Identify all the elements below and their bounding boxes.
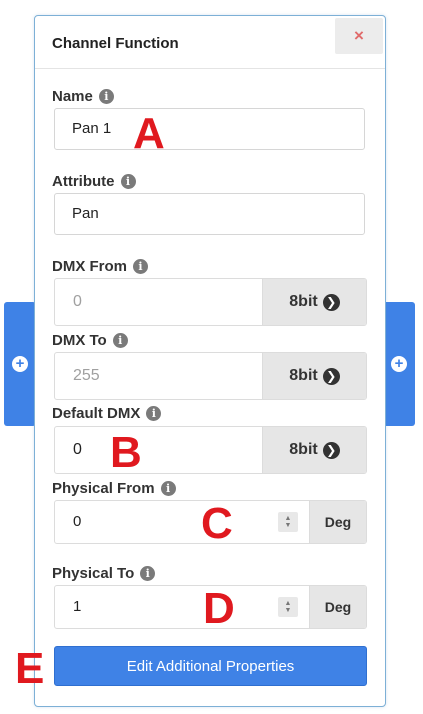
close-icon: × xyxy=(354,26,364,45)
annotation-marker-a: A xyxy=(133,109,165,158)
info-icon[interactable]: i xyxy=(112,333,128,348)
plus-circle-icon: + xyxy=(391,356,407,372)
default-dmx-group: 0 8bit ❯ xyxy=(54,426,367,474)
spinner-up-icon[interactable]: ▲ xyxy=(285,515,292,522)
dmx-from-input[interactable]: 0 xyxy=(55,279,262,325)
dmx-to-resolution-button[interactable]: 8bit ❯ xyxy=(262,353,366,399)
attribute-label: Attribute i xyxy=(52,173,136,190)
dmx-to-label: DMX To i xyxy=(52,332,128,349)
number-spinner[interactable]: ▲ ▼ xyxy=(278,512,298,532)
chevron-right-icon: ❯ xyxy=(322,367,340,385)
dmx-from-label: DMX From i xyxy=(52,258,148,275)
attribute-label-text: Attribute xyxy=(52,173,115,190)
attribute-input[interactable]: Pan xyxy=(54,193,365,235)
info-icon[interactable]: i xyxy=(146,406,162,421)
info-icon[interactable]: i xyxy=(140,566,156,581)
close-button[interactable]: × xyxy=(335,18,383,54)
resolution-label: 8bit xyxy=(289,441,318,458)
dmx-from-group: 0 8bit ❯ xyxy=(54,278,367,326)
physical-to-label: Physical To i xyxy=(52,565,156,582)
name-label-text: Name xyxy=(52,88,93,105)
spinner-down-icon[interactable]: ▼ xyxy=(285,607,292,614)
resolution-label: 8bit xyxy=(289,367,318,384)
default-dmx-input[interactable]: 0 xyxy=(55,427,262,473)
spinner-down-icon[interactable]: ▼ xyxy=(285,522,292,529)
info-icon[interactable]: i xyxy=(133,259,148,274)
physical-to-value: 1 xyxy=(73,598,82,615)
dmx-from-resolution-button[interactable]: 8bit ❯ xyxy=(262,279,366,325)
physical-from-unit: Deg xyxy=(309,501,366,543)
physical-to-unit: Deg xyxy=(309,586,366,628)
annotation-marker-e: E xyxy=(15,644,45,693)
number-spinner[interactable]: ▲ ▼ xyxy=(278,597,298,617)
annotation-marker-d: D xyxy=(203,584,235,633)
physical-from-label-text: Physical From xyxy=(52,480,155,497)
physical-from-value: 0 xyxy=(73,513,82,530)
info-icon[interactable]: i xyxy=(120,174,136,189)
physical-to-label-text: Physical To xyxy=(52,565,135,582)
annotation-marker-b: B xyxy=(110,428,142,477)
annotation-marker-c: C xyxy=(201,499,233,548)
default-dmx-label-text: Default DMX xyxy=(52,405,141,422)
dmx-from-label-text: DMX From xyxy=(52,258,127,275)
spinner-up-icon[interactable]: ▲ xyxy=(285,600,292,607)
physical-from-input[interactable]: 0 ▲ ▼ xyxy=(55,501,309,543)
default-dmx-label: Default DMX i xyxy=(52,405,162,422)
dmx-to-label-text: DMX To xyxy=(52,332,107,349)
name-label: Name i xyxy=(52,88,114,105)
plus-circle-icon: + xyxy=(12,356,28,372)
edit-additional-properties-button[interactable]: Edit Additional Properties xyxy=(54,646,367,686)
chevron-right-icon: ❯ xyxy=(322,293,340,311)
name-input[interactable]: Pan 1 xyxy=(54,108,365,150)
right-expand-tab[interactable]: + xyxy=(383,302,415,426)
physical-to-input[interactable]: 1 ▲ ▼ xyxy=(55,586,309,628)
default-dmx-resolution-button[interactable]: 8bit ❯ xyxy=(262,427,366,473)
chevron-right-icon: ❯ xyxy=(322,441,340,459)
left-expand-tab[interactable]: + xyxy=(4,302,36,426)
dmx-to-group: 255 8bit ❯ xyxy=(54,352,367,400)
panel-title: Channel Function xyxy=(52,35,179,52)
dmx-to-input[interactable]: 255 xyxy=(55,353,262,399)
physical-from-label: Physical From i xyxy=(52,480,176,497)
info-icon[interactable]: i xyxy=(160,481,176,496)
panel-header: Channel Function × xyxy=(35,16,385,69)
resolution-label: 8bit xyxy=(289,293,318,310)
info-icon[interactable]: i xyxy=(98,89,114,104)
